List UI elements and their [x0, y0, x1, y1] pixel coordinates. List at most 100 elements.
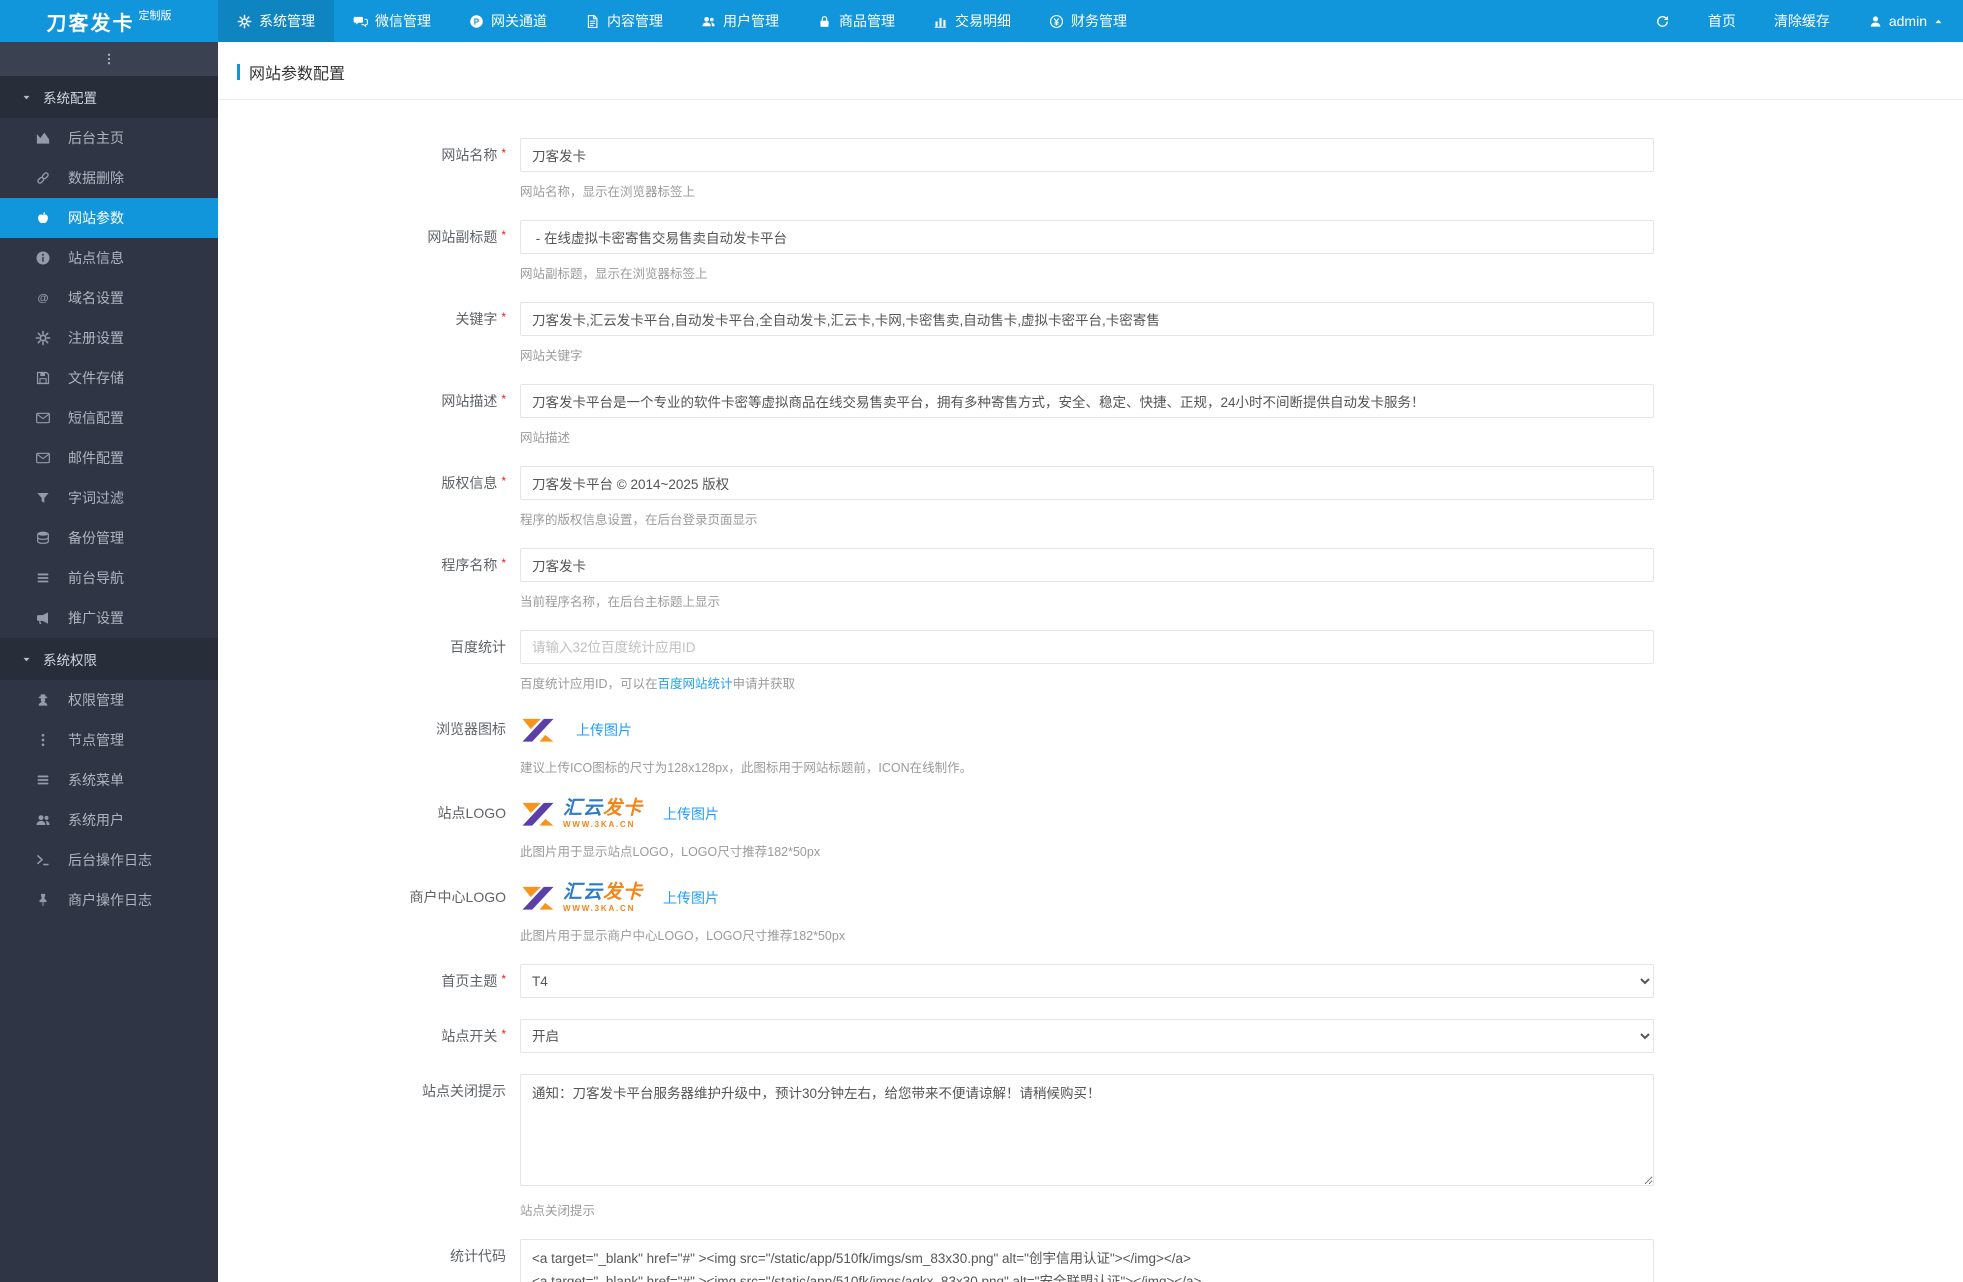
brand-text: 汇云发卡WWW.3KA.CN: [563, 799, 643, 830]
field-help-site_name: 网站名称，显示在浏览器标签上: [520, 181, 1654, 200]
home-theme-select[interactable]: T4: [520, 964, 1654, 998]
filter-icon: [35, 490, 51, 506]
sidebar-section-sysconf[interactable]: 系统配置: [0, 76, 218, 118]
app-logo[interactable]: 刀客发卡 定制版: [0, 0, 218, 42]
sidebar-item-label: 邮件配置: [68, 448, 124, 468]
favicon-upload-link[interactable]: 上传图片: [576, 720, 632, 740]
sidebar-item-merchant-log[interactable]: 商户操作日志: [0, 880, 218, 920]
field-label-site_switch: 站点开关: [218, 1019, 520, 1054]
site-logo-upload-link[interactable]: 上传图片: [663, 804, 719, 824]
sidebar-item-word-filter[interactable]: 字词过滤: [0, 478, 218, 518]
keywords-input[interactable]: [520, 302, 1654, 336]
close-notice-textarea[interactable]: 通知：刀客发卡平台服务器维护升级中，预计30分钟左右，给您带来不便请谅解！请稍候…: [520, 1074, 1654, 1186]
field-label-site_subtitle: 网站副标题: [218, 220, 520, 282]
mail-icon: [35, 450, 51, 466]
field-label-text: 站点开关: [441, 1028, 506, 1044]
chartarea-icon: [35, 130, 51, 146]
sidebar-item-label: 后台主页: [68, 128, 124, 148]
sidebar-item-promotion[interactable]: 推广设置: [0, 598, 218, 638]
field-label-close_notice: 站点关闭提示: [218, 1074, 520, 1219]
sidebar-item-auth[interactable]: 权限管理: [0, 680, 218, 720]
dots-icon: [35, 732, 51, 748]
form-row-favicon: 浏览器图标上传图片建议上传ICO图标的尺寸为128x128px，此图标用于网站标…: [218, 712, 1963, 776]
field-help-site_logo: 此图片用于显示站点LOGO，LOGO尺寸推荐182*50px: [520, 841, 1654, 860]
nav-item-trade[interactable]: 交易明细: [914, 0, 1030, 42]
term-icon: [35, 852, 51, 868]
baidu-tongji-input[interactable]: [520, 630, 1654, 664]
pcircle-icon: [469, 14, 484, 29]
nav-item-goods[interactable]: 商品管理: [798, 0, 914, 42]
sidebar-item-node[interactable]: 节点管理: [0, 720, 218, 760]
sidebar-item-label: 推广设置: [68, 608, 124, 628]
caret-up-icon: [1933, 16, 1944, 27]
sidebar-item-register[interactable]: 注册设置: [0, 318, 218, 358]
nav-item-system[interactable]: 系统管理: [218, 0, 334, 42]
file-icon: [585, 14, 600, 29]
site-name-input[interactable]: [520, 138, 1654, 172]
users-icon: [35, 812, 51, 828]
sidebar-item-email[interactable]: 邮件配置: [0, 438, 218, 478]
sidebar-item-sys-menu[interactable]: 系统菜单: [0, 760, 218, 800]
field-label-text: 网站描述: [441, 393, 506, 409]
sidebar-item-site-params[interactable]: 网站参数: [0, 198, 218, 238]
gear-icon: [35, 330, 51, 346]
sidebar-item-label: 域名设置: [68, 288, 124, 308]
description-input[interactable]: [520, 384, 1654, 418]
field-label-site_logo: 站点LOGO: [218, 796, 520, 860]
program-name-input[interactable]: [520, 548, 1654, 582]
form-row-copyright: 版权信息程序的版权信息设置，在后台登录页面显示: [218, 466, 1963, 528]
brand-name-part2: 发卡: [603, 798, 643, 819]
field-help-close_notice: 站点关闭提示: [520, 1200, 1654, 1219]
sidebar-section-label: 系统配置: [43, 87, 97, 107]
mail-icon: [35, 410, 51, 426]
sidebar-menu: 系统配置后台主页数据删除网站参数站点信息域名设置注册设置文件存储短信配置邮件配置…: [0, 76, 218, 920]
merchant-logo-upload-link[interactable]: 上传图片: [663, 888, 719, 908]
nav-item-user[interactable]: 用户管理: [682, 0, 798, 42]
form-row-program_name: 程序名称当前程序名称，在后台主标题上显示: [218, 548, 1963, 610]
nav-item-gateway[interactable]: 网关通道: [450, 0, 566, 42]
sidebar-item-dashboard[interactable]: 后台主页: [0, 118, 218, 158]
form-row-stat_code: 统计代码<a target="_blank" href="#" ><img sr…: [218, 1239, 1963, 1282]
home-link[interactable]: 首页: [1689, 0, 1755, 42]
site-switch-select[interactable]: 开启: [520, 1019, 1654, 1053]
gear-icon: [237, 14, 252, 29]
field-label-text: 网站名称: [441, 147, 506, 163]
sidebar-section-sysauth[interactable]: 系统权限: [0, 638, 218, 680]
stat-code-textarea[interactable]: <a target="_blank" href="#" ><img src="/…: [520, 1239, 1654, 1282]
sidebar-collapse-toggle[interactable]: [0, 42, 218, 76]
refresh-button[interactable]: [1636, 0, 1689, 42]
users-icon: [701, 14, 716, 29]
sidebar-item-storage[interactable]: 文件存储: [0, 358, 218, 398]
sidebar-item-sms[interactable]: 短信配置: [0, 398, 218, 438]
field-label-baidu_tongji: 百度统计: [218, 630, 520, 692]
nav-item-content[interactable]: 内容管理: [566, 0, 682, 42]
nav-item-finance[interactable]: 财务管理: [1030, 0, 1146, 42]
field-label-text: 版权信息: [441, 475, 506, 491]
user-menu[interactable]: admin: [1849, 0, 1963, 42]
clear-cache-link[interactable]: 清除缓存: [1755, 0, 1849, 42]
nav-item-label: 微信管理: [375, 11, 431, 31]
sidebar-item-domain[interactable]: 域名设置: [0, 278, 218, 318]
nav-item-wechat[interactable]: 微信管理: [334, 0, 450, 42]
brand-text: 汇云发卡WWW.3KA.CN: [563, 883, 643, 914]
sidebar-item-sys-user[interactable]: 系统用户: [0, 800, 218, 840]
sidebar-item-data-delete[interactable]: 数据删除: [0, 158, 218, 198]
form-row-site_name: 网站名称网站名称，显示在浏览器标签上: [218, 138, 1963, 200]
field-label-favicon: 浏览器图标: [218, 712, 520, 776]
sidebar-item-admin-log[interactable]: 后台操作日志: [0, 840, 218, 880]
field-control-favicon: 上传图片建议上传ICO图标的尺寸为128x128px，此图标用于网站标题前，IC…: [520, 712, 1654, 776]
baidu-tongji-link[interactable]: 百度网站统计: [658, 677, 733, 691]
brand-name-part1: 汇云: [563, 882, 603, 903]
form-row-close_notice: 站点关闭提示通知：刀客发卡平台服务器维护升级中，预计30分钟左右，给您带来不便请…: [218, 1074, 1963, 1219]
merchant-logo-upload-row: 汇云发卡WWW.3KA.CN 上传图片: [520, 880, 1654, 916]
sidebar-item-backup[interactable]: 备份管理: [0, 518, 218, 558]
copyright-input[interactable]: [520, 466, 1654, 500]
form-row-site_logo: 站点LOGO 汇云发卡WWW.3KA.CN 上传图片此图片用于显示站点LOGO，LO…: [218, 796, 1963, 860]
sidebar-section-label: 系统权限: [43, 649, 97, 669]
site-subtitle-input[interactable]: [520, 220, 1654, 254]
caretdown-icon: [21, 654, 32, 665]
sidebar-item-front-nav[interactable]: 前台导航: [0, 558, 218, 598]
sidebar-item-site-info[interactable]: 站点信息: [0, 238, 218, 278]
form-row-keywords: 关键字网站关键字: [218, 302, 1963, 364]
floppy-icon: [35, 370, 51, 386]
